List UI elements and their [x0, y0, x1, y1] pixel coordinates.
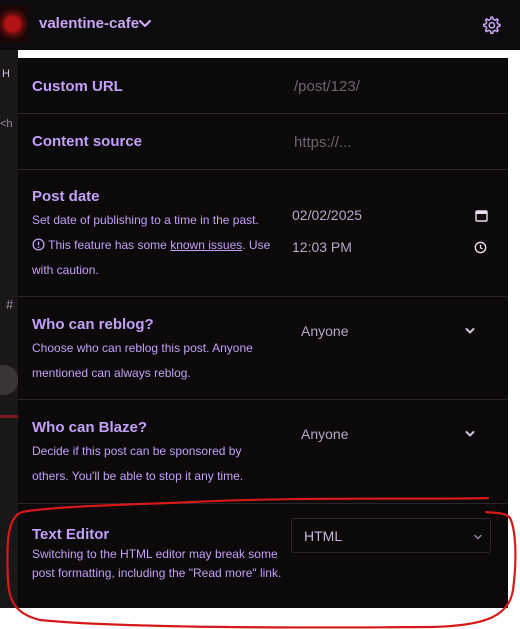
alert-circle-icon	[32, 238, 45, 251]
who-can-reblog-label: Who can reblog?	[32, 316, 154, 333]
content-source-input[interactable]: https://...	[294, 134, 352, 151]
who-can-blaze-row: Who can Blaze? Decide if this post can b…	[18, 400, 508, 504]
clock-icon[interactable]	[474, 241, 487, 254]
text-editor-label: Text Editor	[32, 526, 110, 543]
who-can-reblog-select[interactable]: Anyone	[301, 323, 348, 339]
background-shape	[0, 415, 18, 418]
who-can-blaze-description: Decide if this post can be sponsored by …	[32, 444, 244, 483]
custom-url-input[interactable]: /post/123/	[294, 78, 360, 95]
post-date-description: Set date of publishing to a time in the …	[32, 208, 294, 283]
background-fragment: H	[2, 68, 10, 80]
post-date-row: Post date Set date of publishing to a ti…	[18, 170, 508, 297]
post-date-label: Post date	[32, 188, 100, 205]
content-source-label: Content source	[32, 133, 143, 150]
background-fragment: #	[6, 297, 14, 312]
who-can-reblog-description: Choose who can reblog this post. Anyone …	[32, 341, 253, 380]
chevron-down-icon[interactable]	[137, 16, 153, 32]
content-source-row: Content source https://...	[18, 114, 508, 170]
post-date-warning-prefix: This feature has some	[48, 238, 167, 252]
who-can-blaze-label: Who can Blaze?	[32, 419, 148, 436]
gear-icon[interactable]	[481, 15, 501, 35]
background-fragment: <h	[0, 118, 13, 130]
background-page-strip: H <h #	[0, 50, 18, 608]
post-settings-panel: Custom URL /post/123/ Content source htt…	[18, 58, 508, 608]
text-editor-description: Switching to the HTML editor may break s…	[32, 547, 282, 580]
chevron-down-icon	[474, 534, 482, 540]
text-editor-select-value: HTML	[304, 528, 343, 544]
post-date-input[interactable]: 02/02/2025	[292, 207, 362, 223]
top-bar: valentine-cafe	[0, 0, 520, 50]
who-can-reblog-row: Who can reblog? Choose who can reblog th…	[18, 297, 508, 400]
blog-name[interactable]: valentine-cafe	[39, 15, 139, 32]
post-date-description-text: Set date of publishing to a time in the …	[32, 213, 259, 227]
chevron-down-icon[interactable]	[464, 325, 476, 337]
known-issues-link[interactable]: known issues	[170, 238, 242, 252]
chevron-down-icon[interactable]	[464, 428, 476, 440]
text-editor-select[interactable]: HTML	[291, 518, 491, 553]
post-time-input[interactable]: 12:03 PM	[292, 239, 352, 255]
custom-url-row: Custom URL /post/123/	[18, 58, 508, 114]
blog-avatar[interactable]	[0, 6, 28, 42]
custom-url-label: Custom URL	[32, 78, 123, 95]
who-can-blaze-select[interactable]: Anyone	[301, 426, 348, 442]
background-shape	[0, 365, 18, 395]
calendar-icon[interactable]	[475, 209, 488, 222]
